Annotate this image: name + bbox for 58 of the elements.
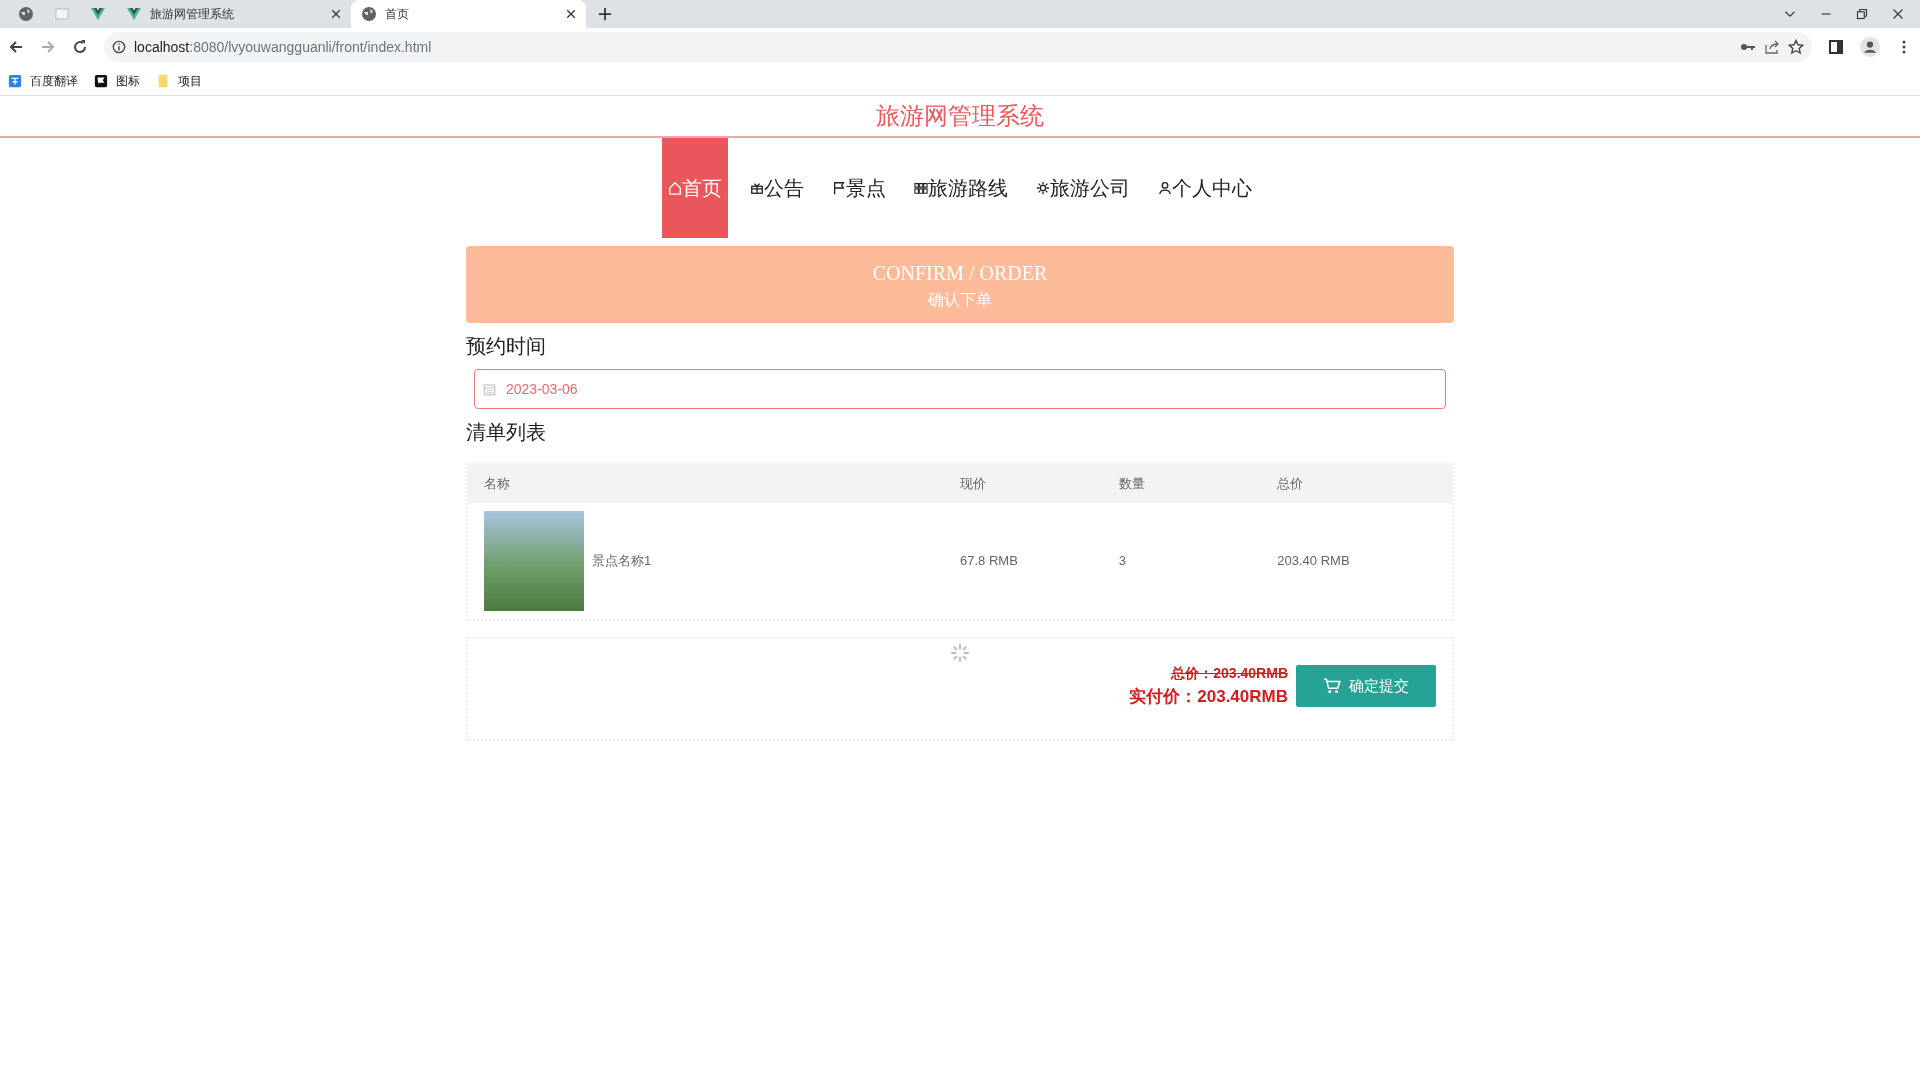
nav-link[interactable]: 公告 [744,138,810,238]
grid-icon [914,181,928,195]
section-heading: 预约时间 [466,334,547,359]
new-tab-icon [598,7,612,21]
spinner-icon [950,643,970,663]
home-icon [668,181,682,195]
column-header: 名称 [484,475,511,494]
nav-link[interactable]: 首页 [662,138,728,238]
banner-subtitle: 确认下单 [928,289,992,310]
nav-link[interactable]: 旅游公司 [1030,138,1136,238]
forward-icon [40,39,56,55]
nav-link[interactable]: 个人中心 [1152,138,1258,238]
close-icon [1892,8,1904,20]
calendar-icon [483,382,496,396]
column-header: 现价 [960,475,987,494]
bookmark-link[interactable]: 项目 [156,71,202,90]
user-icon [1158,181,1172,195]
info-icon [112,40,126,54]
star-icon [1788,39,1804,55]
flag-icon [832,181,846,195]
bookmark-link[interactable]: 百度翻译 [8,71,78,90]
url-text: localhost:8080/lvyouwangguanli/front/index.html [134,37,433,57]
table-cell-text: 67.8 RMB [960,552,1019,571]
close-icon [331,9,341,19]
gift-icon [750,181,764,195]
translate-icon [8,73,22,88]
side-panel-icon [1828,39,1844,55]
column-header: 总价 [1277,475,1305,494]
cart-icon [1323,677,1341,696]
original-total: 总价：203.40RMB [1171,664,1288,683]
restore-icon [1856,8,1868,20]
browser-tab[interactable]: 旅游网管理系统 [116,0,351,28]
browser-tab[interactable]: 首页 [351,0,586,28]
close-icon [566,9,576,19]
bookmark-link[interactable]: 图标 [94,71,140,90]
folder-icon [156,73,170,88]
table-cell-text: 景点名称1 [592,552,652,571]
nav-link[interactable]: 景点 [826,138,892,238]
paid-total: 实付价：203.40RMB [1129,686,1288,708]
share-icon [1764,39,1780,55]
page-icon [54,6,70,22]
back-icon [8,39,24,55]
nav-link[interactable]: 旅游路线 [908,138,1014,238]
vue-logo-icon [126,6,142,22]
globe-icon [361,6,377,22]
flag-icon [94,73,108,88]
profile-icon [1860,37,1880,57]
vue-logo-icon [90,6,106,22]
banner-title: CONFIRM / ORDER [872,260,1048,286]
column-header: 数量 [1118,475,1146,494]
site-title: 旅游网管理系统 [0,96,1920,138]
gear-icon [1036,181,1050,195]
table-cell-text: 203.40 RMB [1277,552,1351,571]
reload-icon [72,39,88,55]
table-cell-text: 3 [1118,552,1127,571]
address-bar[interactable]: localhost:8080/lvyouwangguanli/front/index.html [104,32,1812,62]
section-heading: 清单列表 [466,420,547,445]
globe-icon [18,6,34,22]
